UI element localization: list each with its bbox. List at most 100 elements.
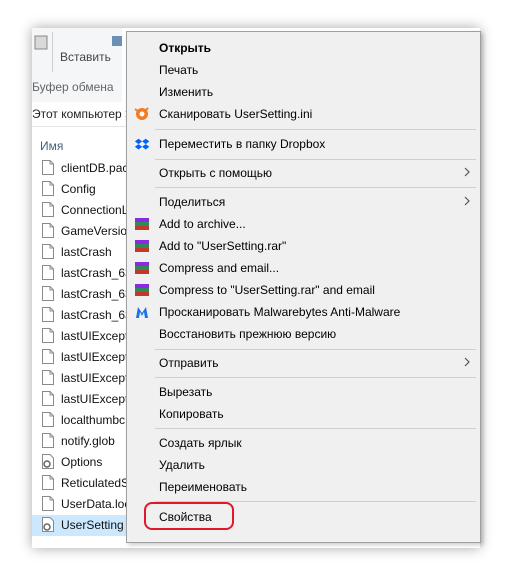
file-row[interactable]: lastCrash_63	[32, 305, 128, 326]
menu-item-rename[interactable]: Переименовать	[127, 476, 480, 497]
winrar-icon	[135, 240, 149, 252]
menu-item-share-label: Поделиться	[159, 195, 226, 209]
file-icon	[42, 370, 54, 385]
file-row[interactable]: lastCrash_63	[32, 284, 128, 305]
menu-item-open-with[interactable]: Открыть с помощью	[127, 162, 480, 183]
file-row[interactable]: clientDB.pac	[32, 158, 128, 179]
menu-item-restore[interactable]: Восстановить прежнюю версию	[127, 323, 480, 344]
breadcrumb[interactable]: Этот компьютер >	[32, 107, 132, 121]
file-name: lastUIExcept	[61, 329, 128, 343]
file-list: clientDB.pac Config ConnectionL GameVersion…	[32, 158, 128, 538]
context-menu: Открыть Печать Изменить Сканировать User…	[126, 31, 481, 543]
menu-separator	[155, 377, 476, 378]
file-icon	[42, 412, 54, 427]
dropbox-icon	[134, 138, 150, 150]
file-name: GameVersion	[61, 224, 128, 238]
file-name: Options	[61, 455, 103, 469]
chevron-right-icon	[464, 167, 470, 177]
ribbon-mini-icon[interactable]	[112, 36, 122, 46]
paste-icon[interactable]	[34, 34, 48, 50]
chevron-right-icon	[464, 196, 470, 206]
file-row[interactable]: lastUIExcept	[32, 326, 128, 347]
file-row[interactable]: lastUIExcept	[32, 368, 128, 389]
file-row[interactable]: lastUIExcept	[32, 389, 128, 410]
menu-item-restore-label: Восстановить прежнюю версию	[159, 327, 337, 341]
file-icon	[42, 496, 54, 511]
address-bar[interactable]: Этот компьютер >	[32, 102, 132, 127]
file-name: UserData.loc	[61, 497, 128, 511]
menu-item-print[interactable]: Печать	[127, 59, 480, 80]
menu-item-copy-label: Копировать	[159, 407, 224, 421]
menu-separator	[155, 349, 476, 350]
file-icon	[42, 391, 54, 406]
avast-icon	[134, 107, 149, 120]
file-name: clientDB.pac	[61, 161, 128, 175]
file-row[interactable]: notify.glob	[32, 431, 128, 452]
menu-item-delete-label: Удалить	[159, 458, 205, 472]
file-name: ReticulatedS	[61, 476, 128, 490]
file-icon	[42, 223, 54, 238]
menu-item-send-to[interactable]: Отправить	[127, 352, 480, 373]
paste-button[interactable]: Вставить	[60, 50, 111, 64]
menu-item-create-shortcut[interactable]: Создать ярлык	[127, 432, 480, 453]
menu-item-cut-label: Вырезать	[159, 385, 213, 399]
menu-item-dropbox[interactable]: Переместить в папку Dropbox	[127, 133, 480, 154]
file-icon	[42, 265, 54, 280]
file-icon	[42, 349, 54, 364]
file-row[interactable]: lastCrash_63	[32, 263, 128, 284]
menu-item-compress-email-label: Compress and email...	[159, 261, 280, 275]
menu-item-add-archive[interactable]: Add to archive...	[127, 213, 480, 234]
menu-item-add-rar-label: Add to "UserSetting.rar"	[159, 239, 287, 253]
menu-separator	[155, 129, 476, 130]
menu-item-scan-avast[interactable]: Сканировать UserSetting.ini	[127, 103, 480, 124]
menu-item-compress-email[interactable]: Compress and email...	[127, 257, 480, 278]
menu-item-rename-label: Переименовать	[159, 480, 247, 494]
menu-item-open-label: Открыть	[159, 41, 212, 55]
menu-item-cut[interactable]: Вырезать	[127, 381, 480, 402]
ribbon-separator	[52, 32, 53, 72]
menu-item-add-rar[interactable]: Add to "UserSetting.rar"	[127, 235, 480, 256]
menu-item-delete[interactable]: Удалить	[127, 454, 480, 475]
menu-item-malwarebytes[interactable]: Просканировать Malwarebytes Anti-Malware	[127, 301, 480, 322]
file-icon	[42, 475, 54, 490]
file-icon	[42, 160, 54, 175]
clipboard-group-label: Буфер обмена	[32, 80, 114, 94]
file-row[interactable]: Config	[32, 179, 128, 200]
winrar-icon	[135, 218, 149, 230]
file-icon	[42, 244, 54, 259]
column-header-name[interactable]: Имя	[40, 139, 63, 153]
malwarebytes-icon	[136, 307, 148, 318]
menu-item-edit[interactable]: Изменить	[127, 81, 480, 102]
menu-item-open[interactable]: Открыть	[127, 37, 480, 58]
file-row[interactable]: UserSetting	[32, 515, 128, 536]
file-row[interactable]: ConnectionL	[32, 200, 128, 221]
file-row[interactable]: UserData.loc	[32, 494, 128, 515]
menu-separator	[155, 159, 476, 160]
ribbon: Вставить Буфер обмена	[32, 28, 122, 103]
menu-item-send-to-label: Отправить	[159, 356, 219, 370]
winrar-icon	[135, 262, 149, 274]
file-name: lastUIExcept	[61, 392, 128, 406]
chevron-right-icon	[464, 357, 470, 367]
menu-item-add-archive-label: Add to archive...	[159, 217, 246, 231]
file-row[interactable]: Options	[32, 452, 128, 473]
file-name: localthumbc	[61, 413, 126, 427]
menu-item-share[interactable]: Поделиться	[127, 191, 480, 212]
file-row[interactable]: localthumbc	[32, 410, 128, 431]
menu-item-malwarebytes-label: Просканировать Malwarebytes Anti-Malware	[159, 305, 401, 319]
menu-separator	[155, 187, 476, 188]
file-icon	[42, 307, 54, 322]
menu-item-compress-rar-email[interactable]: Compress to "UserSetting.rar" and email	[127, 279, 480, 300]
file-icon	[42, 328, 54, 343]
menu-item-copy[interactable]: Копировать	[127, 403, 480, 424]
file-icon	[42, 202, 54, 217]
settings-file-icon	[42, 517, 54, 532]
file-row[interactable]: lastUIExcept	[32, 347, 128, 368]
file-row[interactable]: ReticulatedS	[32, 473, 128, 494]
file-name: notify.glob	[61, 434, 115, 448]
file-icon	[42, 181, 54, 196]
file-name: lastCrash_63	[61, 266, 128, 280]
menu-item-open-with-label: Открыть с помощью	[159, 166, 273, 180]
file-row[interactable]: lastCrash	[32, 242, 128, 263]
file-row[interactable]: GameVersion	[32, 221, 128, 242]
